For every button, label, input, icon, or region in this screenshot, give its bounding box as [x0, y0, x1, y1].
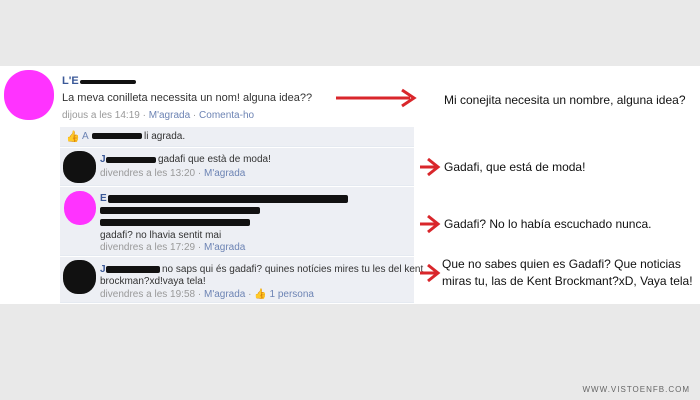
- translation-4-line2: miras tu, las de Kent Brockmant?xD, Vaya…: [442, 274, 693, 288]
- separator: ·: [197, 168, 202, 179]
- comment-3-time: divendres a les 19:58: [100, 289, 196, 300]
- comment-2-meta: divendres a les 17:29 · M'agrada: [100, 242, 245, 253]
- comment-1-author[interactable]: J: [100, 154, 106, 165]
- redacted-name: [106, 266, 160, 273]
- translation-1: Mi conejita necesita un nombre, alguna i…: [444, 93, 686, 107]
- redacted-line: [108, 195, 348, 203]
- comment-3-text-line1: no saps qui és gadafi? quines notícies m…: [162, 264, 424, 275]
- translation-2: Gadafi, que está de moda!: [444, 160, 586, 174]
- thumbs-up-icon: 👍: [254, 289, 267, 300]
- comment-3-text-line2: brockman?xd!vaya tela!: [100, 276, 206, 287]
- separator: ·: [192, 110, 197, 121]
- comment-2-author[interactable]: E: [100, 193, 107, 204]
- comment-3-meta: divendres a les 19:58 · M'agrada · 👍 1 p…: [100, 289, 314, 300]
- separator: ·: [197, 242, 202, 253]
- comment-2-avatar[interactable]: [64, 191, 96, 225]
- translation-4-line1: Que no sabes quien es Gadafi? Que notici…: [442, 257, 681, 271]
- comment-3-avatar-redacted[interactable]: [63, 260, 96, 294]
- separator: ·: [197, 289, 202, 300]
- likes-suffix: li agrada.: [144, 131, 186, 142]
- comment-2-text: gadafi? no lhavia sentit mai: [100, 230, 222, 241]
- comment-2-like-link[interactable]: M'agrada: [204, 242, 245, 253]
- comment-1-like-link[interactable]: M'agrada: [204, 168, 245, 179]
- comment-1-meta: divendres a les 13:20 · M'agrada: [100, 168, 245, 179]
- post-avatar[interactable]: [4, 70, 54, 120]
- arrow-right-icon: [420, 263, 441, 283]
- redacted-line: [100, 207, 260, 214]
- arrow-right-icon: [420, 157, 441, 177]
- comment-2-time: divendres a les 17:29: [100, 242, 196, 253]
- translation-3: Gadafi? No lo había escuchado nunca.: [444, 217, 652, 231]
- arrow-right-icon: [420, 214, 441, 234]
- comment-1-avatar-redacted[interactable]: [63, 151, 96, 183]
- separator: ·: [248, 289, 252, 300]
- redacted-line: [100, 219, 250, 226]
- site-watermark: WWW.VISTOENFB.COM: [582, 385, 690, 394]
- comment-1-time: divendres a les 13:20: [100, 168, 196, 179]
- comment-3-author[interactable]: J: [100, 264, 106, 275]
- separator: ·: [142, 110, 146, 121]
- comment-3-like-link[interactable]: M'agrada: [204, 289, 245, 300]
- post-comment-link[interactable]: Comenta-ho: [199, 110, 254, 121]
- post-meta: dijous a les 14:19 · M'agrada · Comenta-…: [62, 110, 254, 121]
- redacted-name: [80, 80, 136, 84]
- redacted-name: [106, 157, 156, 163]
- post-like-link[interactable]: M'agrada: [149, 110, 190, 121]
- comment-3-likes-count[interactable]: 1 persona: [270, 289, 314, 300]
- arrow-right-icon: [336, 88, 417, 108]
- likes-bar: 👍 A li agrada.: [60, 127, 414, 147]
- comment-1-text: gadafi que està de moda!: [158, 154, 271, 165]
- post-text: La meva conilleta necessita un nom! algu…: [62, 92, 313, 104]
- likes-prefix[interactable]: A: [82, 131, 89, 142]
- post-time: dijous a les 14:19: [62, 110, 140, 121]
- thumbs-up-icon: 👍: [66, 131, 80, 143]
- post-author[interactable]: L'E: [62, 75, 79, 87]
- redacted-name: [92, 133, 142, 139]
